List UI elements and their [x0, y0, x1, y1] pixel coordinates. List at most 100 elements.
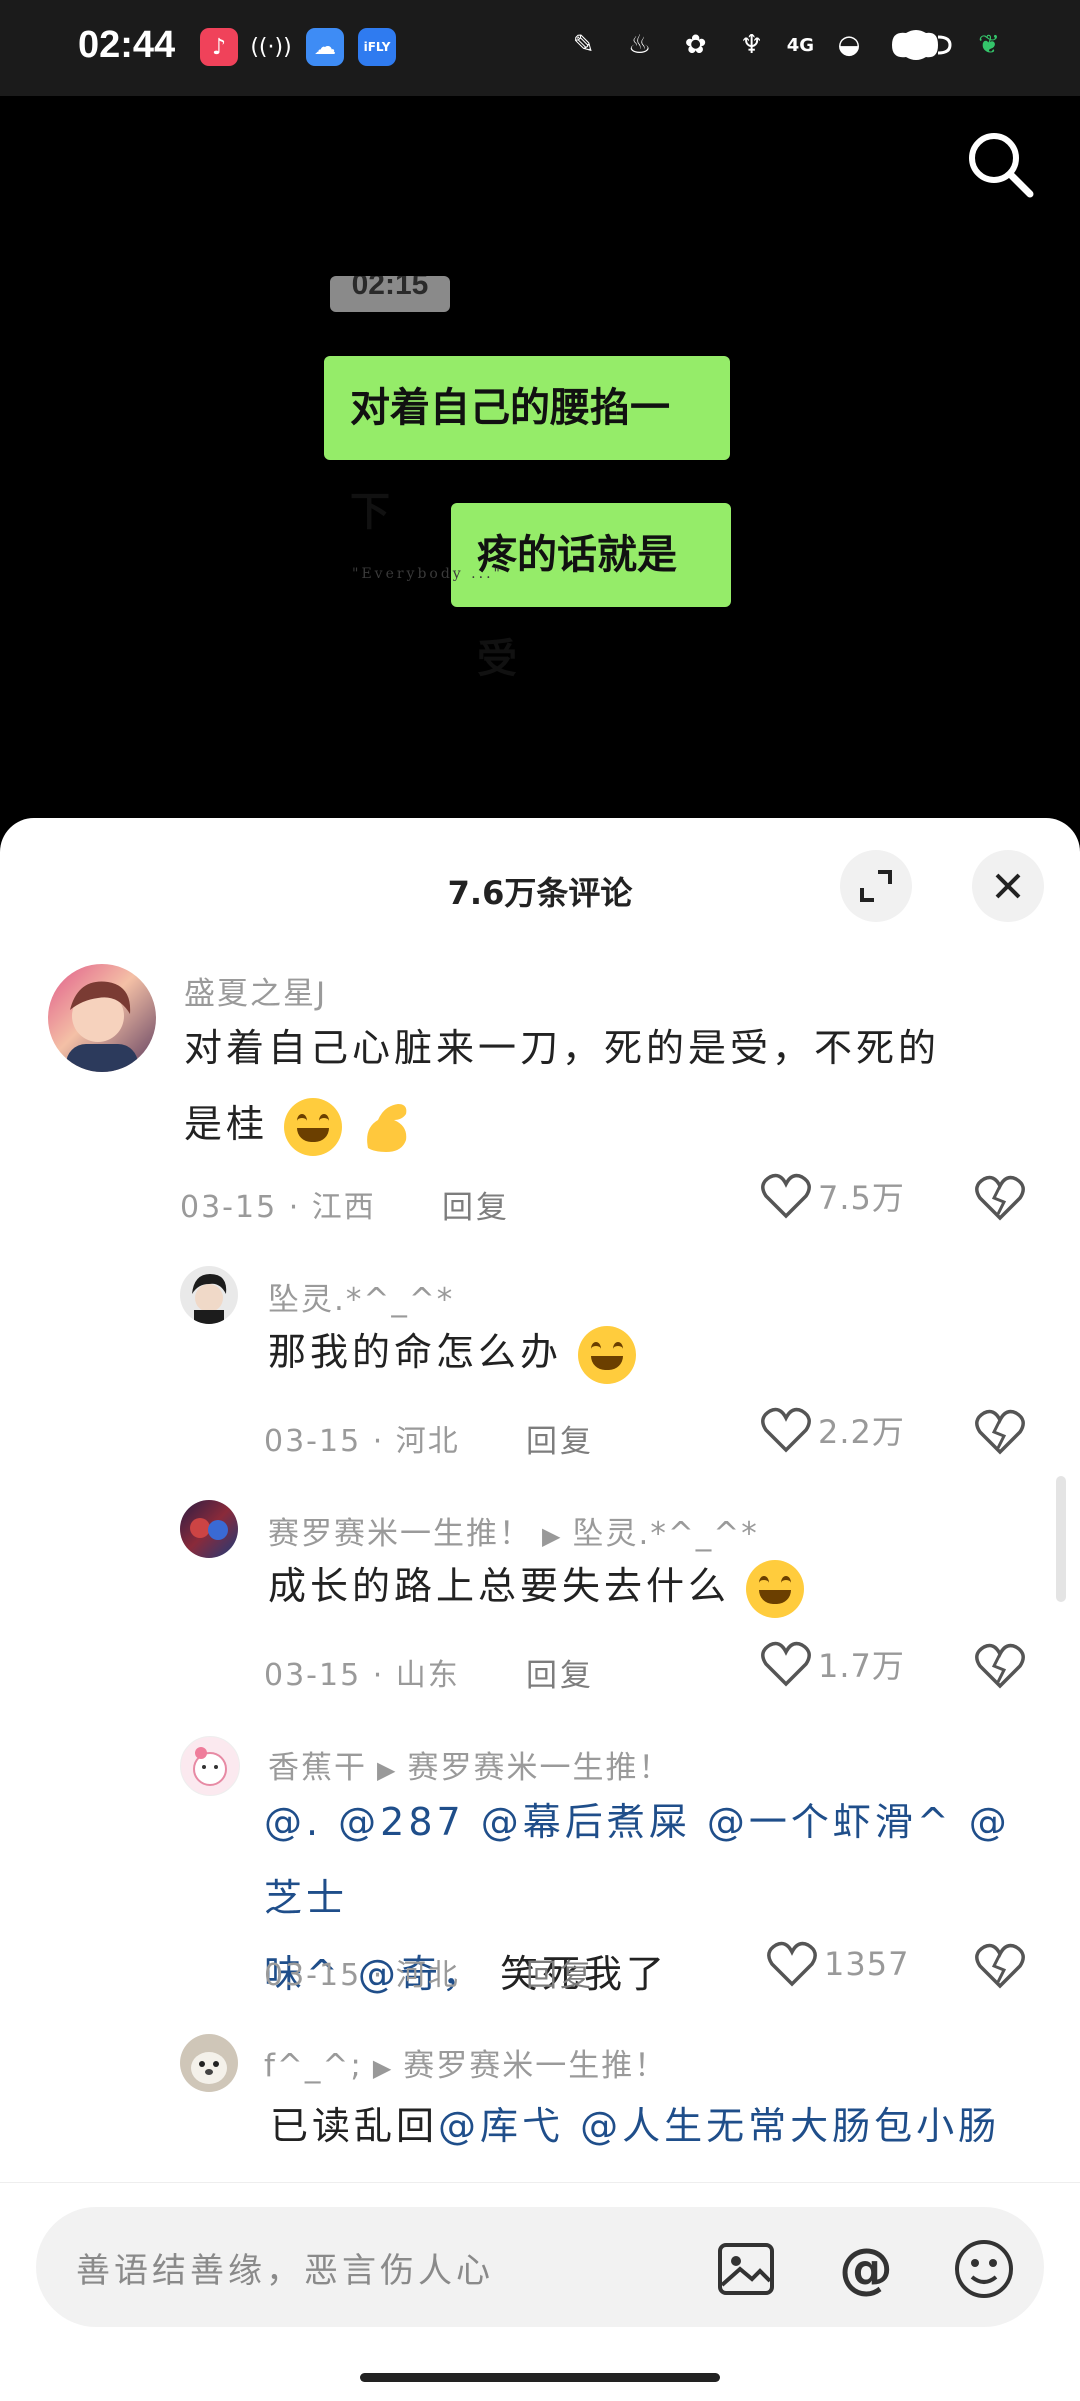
emoji-picker-button[interactable] — [952, 2237, 1016, 2301]
reply-target-username[interactable]: 坠灵.*^_^* — [572, 1516, 758, 1552]
mention-links[interactable]: @库弋 @人生无常大肠包小肠 — [438, 2104, 1000, 2148]
home-indicator[interactable] — [360, 2373, 720, 2382]
video-area[interactable]: 02:15 对着自己的腰掐一下 疼的话就是受 "Everybody ..." — [0, 96, 1080, 826]
comment-date-location: 03-15 · 河北 — [264, 1958, 460, 1993]
comment-username-text: 赛罗赛米一生推！ — [268, 1516, 532, 1552]
comment-input[interactable]: 善语结善缘，恶言伤人心 @ — [36, 2207, 1044, 2327]
status-icons-right: ✎ ♨ ✿ ♆ 4G ◒ ❦ — [563, 24, 1010, 66]
like-count: 1.7万 — [818, 1647, 905, 1685]
network-type-label: 4G — [786, 34, 814, 56]
svg-text:@: @ — [839, 2237, 893, 2300]
comment-input-placeholder: 善语结善缘，恶言伤人心 — [76, 2251, 494, 2291]
heart-icon — [761, 1641, 811, 1687]
comment-sheet: 7.6万条评论 盛夏之星J 对着自己心脏来一刀，死的是受，不死的 是桂 03-1… — [0, 818, 1080, 2400]
battery-icon — [884, 24, 954, 66]
heart-icon — [761, 1173, 811, 1219]
music-app-icon: ♪ — [200, 28, 238, 66]
comment-text-line: 成长的路上总要失去什么 — [268, 1564, 731, 1608]
grin-emoji-icon — [746, 1559, 805, 1618]
expand-button[interactable] — [840, 850, 912, 922]
reply-target-username[interactable]: 赛罗赛米一生推！ — [403, 2048, 667, 2084]
like-button[interactable]: 7.5万 — [760, 1172, 905, 1220]
comment-username-text: f^_^; — [264, 2048, 363, 2084]
avatar[interactable] — [180, 2034, 238, 2092]
weather-app-icon: ☁ — [306, 28, 344, 66]
flexed-arm-emoji-icon — [367, 1103, 407, 1152]
broken-heart-icon — [975, 1175, 1025, 1221]
comment-text-line: 是桂 — [184, 1102, 269, 1146]
image-icon — [718, 2243, 774, 2295]
at-sign-icon: @ — [839, 2237, 893, 2300]
broken-heart-icon — [975, 1943, 1025, 1989]
dislike-button[interactable] — [974, 1174, 1026, 1222]
reply-arrow-icon: ▶ — [542, 1522, 563, 1550]
reply-button[interactable]: 回复 — [526, 1650, 594, 1695]
heart-icon — [761, 1407, 811, 1453]
comment-username[interactable]: 坠灵.*^_^* — [268, 1274, 454, 1319]
avatar[interactable] — [180, 1736, 240, 1796]
image-picker-button[interactable] — [714, 2237, 778, 2301]
reply-button[interactable]: 回复 — [526, 1416, 594, 1461]
comment-text-line: 对着自己心脏来一刀，死的是受，不死的 — [184, 1026, 941, 1070]
comment-date-location: 03-15 · 山东 — [264, 1658, 460, 1693]
mention-links[interactable]: @. @287 @幕后煮屎 @一个虾滑^ @芝士 — [264, 1800, 1011, 1920]
leaf-icon: ❦ — [978, 30, 1000, 60]
like-count: 1357 — [824, 1945, 910, 1983]
reply-button[interactable]: 回复 — [526, 1950, 594, 1995]
chat-timestamp: 02:15 — [330, 276, 450, 312]
video-watermark-text: "Everybody ..." — [352, 566, 503, 582]
like-count: 2.2万 — [818, 1413, 905, 1451]
heart-icon — [767, 1941, 817, 1987]
bowl-icon: ♨ — [628, 30, 652, 60]
close-button[interactable] — [972, 850, 1044, 922]
comment-date-location: 03-15 · 河北 — [264, 1424, 460, 1459]
like-button[interactable]: 1.7万 — [760, 1640, 905, 1688]
dislike-button[interactable] — [974, 1942, 1026, 1990]
like-button[interactable]: 1357 — [766, 1940, 909, 1988]
carrot-icon: ✎ — [572, 30, 595, 60]
avatar[interactable] — [180, 1500, 238, 1558]
comment-username[interactable]: 香蕉干 ▶ 赛罗赛米一生推！ — [268, 1742, 671, 1787]
dislike-button[interactable] — [974, 1408, 1026, 1456]
reply-target-username[interactable]: 赛罗赛米一生推！ — [407, 1750, 671, 1786]
reply-arrow-icon: ▶ — [377, 1756, 398, 1784]
broken-heart-icon — [975, 1643, 1025, 1689]
chat-bubble-2: 疼的话就是受 — [451, 503, 731, 682]
status-time: 02:44 — [78, 24, 176, 66]
comment-input-bar: 善语结善缘，恶言伤人心 @ — [0, 2182, 1080, 2401]
comment-text-line: 那我的命怎么办 — [268, 1330, 563, 1374]
chat-bubble-1: 对着自己的腰掐一下 — [324, 356, 730, 535]
reply-button[interactable]: 回复 — [442, 1182, 510, 1227]
comment-date-location: 03-15 · 江西 — [180, 1190, 376, 1225]
like-count: 7.5万 — [818, 1179, 905, 1217]
reply-arrow-icon: ▶ — [372, 2054, 394, 2082]
like-button[interactable]: 2.2万 — [760, 1406, 905, 1454]
comment-username[interactable]: 盛夏之星J — [184, 968, 327, 1013]
comment-username[interactable]: f^_^; ▶ 赛罗赛米一生推！ — [264, 2040, 667, 2085]
ifly-app-icon: iFLY — [358, 28, 396, 66]
grin-emoji-icon — [578, 1325, 637, 1384]
mention-button[interactable]: @ — [834, 2237, 898, 2301]
broken-heart-icon — [975, 1409, 1025, 1455]
smiley-icon — [955, 2240, 1013, 2298]
comment-text: 那我的命怎么办 — [268, 1314, 1008, 1390]
scrollbar[interactable] — [1056, 1476, 1066, 1602]
avatar[interactable] — [48, 964, 156, 1072]
hotspot-icon: ((·)) — [250, 34, 292, 60]
avatar[interactable] — [180, 1266, 238, 1324]
expand-icon — [860, 870, 892, 902]
watermelon-icon: ◒ — [837, 30, 861, 60]
comment-count-title: 7.6万条评论 — [447, 874, 633, 912]
search-icon[interactable] — [962, 126, 1038, 202]
comment-username-text: 香蕉干 — [268, 1750, 367, 1786]
comment-text: 成长的路上总要失去什么 — [268, 1548, 1008, 1624]
comment-text-line: 已读乱回 — [270, 2104, 439, 2148]
cup-icon: ♆ — [740, 30, 764, 60]
dislike-button[interactable] — [974, 1642, 1026, 1690]
close-icon — [995, 873, 1021, 899]
comment-text: 已读乱回@库弋 @人生无常大肠包小肠 — [270, 2088, 1060, 2164]
food-icon: ✿ — [684, 30, 707, 60]
status-bar: 02:44 ♪ ((·)) ☁ iFLY ✎ ♨ ✿ ♆ 4G ◒ ❦ — [0, 0, 1080, 96]
comment-username[interactable]: 赛罗赛米一生推！ ▶ 坠灵.*^_^* — [268, 1508, 759, 1553]
comment-text: 对着自己心脏来一刀，死的是受，不死的 是桂 — [184, 1010, 1004, 1162]
